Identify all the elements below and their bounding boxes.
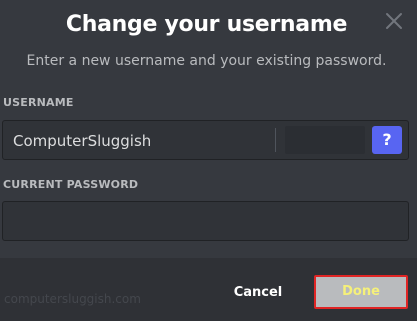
discriminator-field [285,126,365,154]
done-button[interactable]: Done [314,275,408,309]
username-value[interactable]: ComputerSluggish [13,132,151,150]
modal-subtitle: Enter a new username and your existing p… [26,53,387,69]
username-field[interactable]: ComputerSluggish ? [2,120,409,160]
cancel-button[interactable]: Cancel [226,278,290,308]
help-button[interactable]: ? [372,126,402,154]
modal-title: Change your username [65,12,348,37]
username-label: USERNAME [3,96,74,109]
current-password-label: CURRENT PASSWORD [3,178,139,191]
discriminator-divider [275,128,276,152]
watermark: computersluggish.com [4,292,141,306]
modal-footer: computersluggish.com Cancel Done [0,258,417,321]
current-password-field[interactable] [2,201,409,241]
change-username-modal: Change your username Enter a new usernam… [0,0,417,321]
